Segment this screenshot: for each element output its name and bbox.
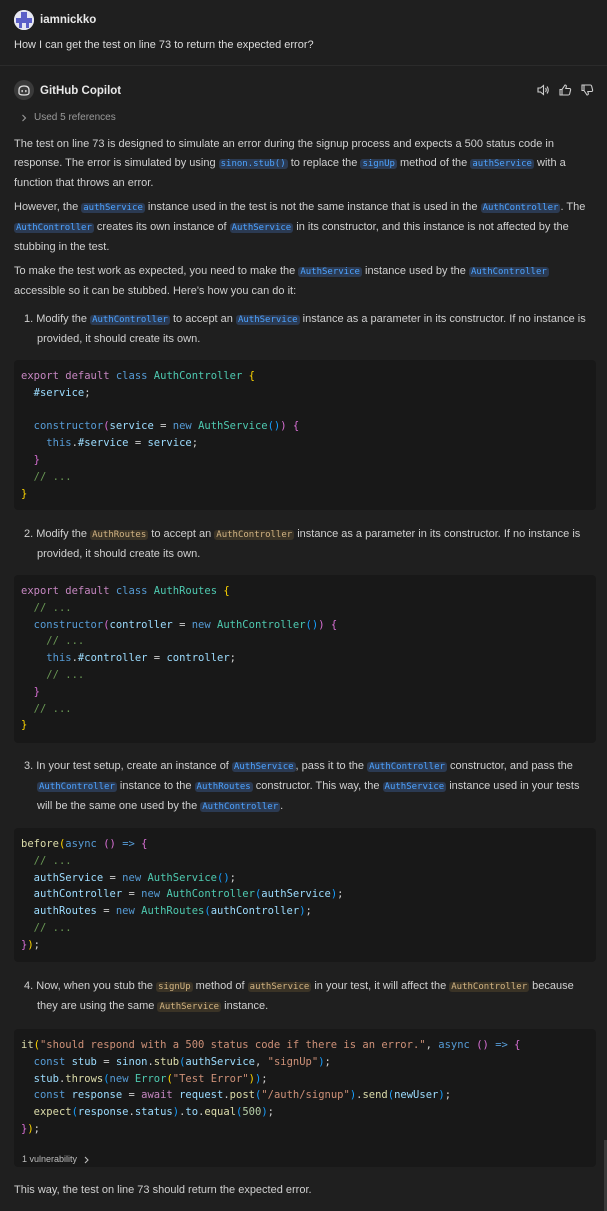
text: to accept an bbox=[148, 528, 215, 540]
thumbs-down-icon bbox=[581, 84, 594, 96]
chevron-right-icon bbox=[84, 1156, 89, 1163]
used-references-toggle[interactable]: Used 5 references bbox=[20, 108, 116, 127]
chevron-right-icon bbox=[22, 114, 27, 121]
inline-code[interactable]: AuthService bbox=[231, 762, 296, 772]
user-message: iamnickko How I can get the test on line… bbox=[0, 0, 607, 66]
inline-code[interactable]: AuthController bbox=[200, 802, 281, 812]
step-number: 3. bbox=[24, 760, 34, 772]
read-aloud-button[interactable] bbox=[535, 81, 551, 99]
paragraph-3: To make the test work as expected, you n… bbox=[14, 262, 596, 301]
inline-code[interactable]: AuthController bbox=[90, 315, 170, 325]
code-block-4[interactable]: it("should respond with a 500 status cod… bbox=[14, 1029, 596, 1167]
text: Modify the bbox=[36, 313, 91, 325]
user-avatar-icon bbox=[14, 10, 34, 30]
text: instance used in the test is not the sam… bbox=[144, 201, 481, 213]
text: in your test, it will affect the bbox=[311, 980, 450, 992]
inline-code[interactable]: AuthController bbox=[480, 203, 561, 213]
vulnerability-link[interactable]: 1 vulnerability bbox=[22, 1150, 90, 1169]
code-block-1[interactable]: export default class AuthController { #s… bbox=[14, 360, 596, 510]
inline-code[interactable]: AuthController bbox=[37, 782, 117, 792]
inline-code[interactable]: AuthController bbox=[367, 762, 447, 772]
text: Modify the bbox=[36, 528, 91, 540]
inline-code[interactable]: signUp bbox=[156, 982, 193, 992]
inline-code[interactable]: AuthRoutes bbox=[90, 530, 149, 540]
inline-code[interactable]: authService bbox=[247, 982, 312, 992]
text: accessible so it can be stubbed. Here's … bbox=[14, 285, 297, 297]
thumbs-up-icon bbox=[559, 84, 572, 96]
step-3: 3. In your test setup, create an instanc… bbox=[24, 757, 594, 817]
text: . bbox=[280, 800, 284, 812]
inline-code[interactable]: AuthService bbox=[229, 223, 294, 233]
copilot-header: GitHub Copilot bbox=[0, 78, 607, 104]
inline-code[interactable]: sinon.stub() bbox=[218, 159, 288, 169]
copilot-icon bbox=[18, 85, 30, 96]
inline-code[interactable]: AuthService bbox=[382, 782, 447, 792]
step-number: 1. bbox=[24, 313, 34, 325]
text: to replace the bbox=[287, 157, 361, 169]
inline-code[interactable]: authService bbox=[81, 203, 145, 213]
inline-code[interactable]: signUp bbox=[360, 159, 397, 169]
inline-code[interactable]: authService bbox=[470, 159, 534, 169]
vulnerability-label: 1 vulnerability bbox=[22, 1154, 78, 1164]
text: Now, when you stub the bbox=[36, 980, 157, 992]
paragraph-1: The test on line 73 is designed to simul… bbox=[14, 135, 596, 193]
closing-sentence: This way, the test on line 73 should ret… bbox=[14, 1184, 312, 1196]
inline-code[interactable]: AuthController bbox=[214, 530, 295, 540]
inline-code[interactable]: AuthRoutes bbox=[194, 782, 253, 792]
speaker-icon bbox=[537, 84, 549, 96]
inline-code[interactable]: AuthController bbox=[468, 267, 549, 277]
text: to accept an bbox=[169, 313, 236, 325]
text: In your test setup, create an instance o… bbox=[36, 760, 232, 772]
inline-code[interactable]: AuthService bbox=[298, 267, 362, 277]
code-block-3[interactable]: before(async () => { // ... authService … bbox=[14, 828, 596, 962]
text: constructor. This way, the bbox=[252, 780, 383, 792]
paragraph-2: However, the authService instance used i… bbox=[14, 198, 596, 257]
text: instance used by the bbox=[361, 265, 469, 277]
text: method of the bbox=[396, 157, 471, 169]
text: creates its own instance of bbox=[93, 221, 230, 233]
inline-code[interactable]: AuthController bbox=[14, 223, 94, 233]
copilot-avatar bbox=[14, 80, 34, 100]
step-1: 1. Modify the AuthController to accept a… bbox=[24, 310, 594, 349]
user-question: How I can get the test on line 73 to ret… bbox=[14, 39, 314, 51]
used-references-label: Used 5 references bbox=[34, 112, 116, 123]
inline-code[interactable]: AuthController bbox=[449, 982, 530, 992]
step-number: 2. bbox=[24, 528, 34, 540]
user-name: iamnickko bbox=[40, 14, 97, 26]
inline-code[interactable]: AuthService bbox=[157, 1002, 222, 1012]
copilot-name: GitHub Copilot bbox=[40, 85, 122, 97]
inline-code[interactable]: AuthService bbox=[235, 315, 300, 325]
text: instance. bbox=[221, 1000, 269, 1012]
code-block-2[interactable]: export default class AuthRoutes { // ...… bbox=[14, 575, 596, 743]
user-avatar[interactable] bbox=[14, 10, 34, 30]
step-2: 2. Modify the AuthRoutes to accept an Au… bbox=[24, 525, 594, 564]
text: constructor, and pass the bbox=[446, 760, 573, 772]
text: method of bbox=[192, 980, 248, 992]
text: However, the bbox=[14, 201, 82, 213]
text: To make the test work as expected, you n… bbox=[14, 265, 299, 277]
step-4: 4. Now, when you stub the signUp method … bbox=[24, 977, 594, 1017]
thumbs-down-button[interactable] bbox=[579, 81, 595, 99]
text: , pass it to the bbox=[295, 760, 368, 772]
text: . The bbox=[560, 201, 586, 213]
step-number: 4. bbox=[24, 980, 34, 992]
response-actions bbox=[535, 81, 595, 99]
thumbs-up-button[interactable] bbox=[557, 81, 573, 99]
text: instance to the bbox=[116, 780, 195, 792]
